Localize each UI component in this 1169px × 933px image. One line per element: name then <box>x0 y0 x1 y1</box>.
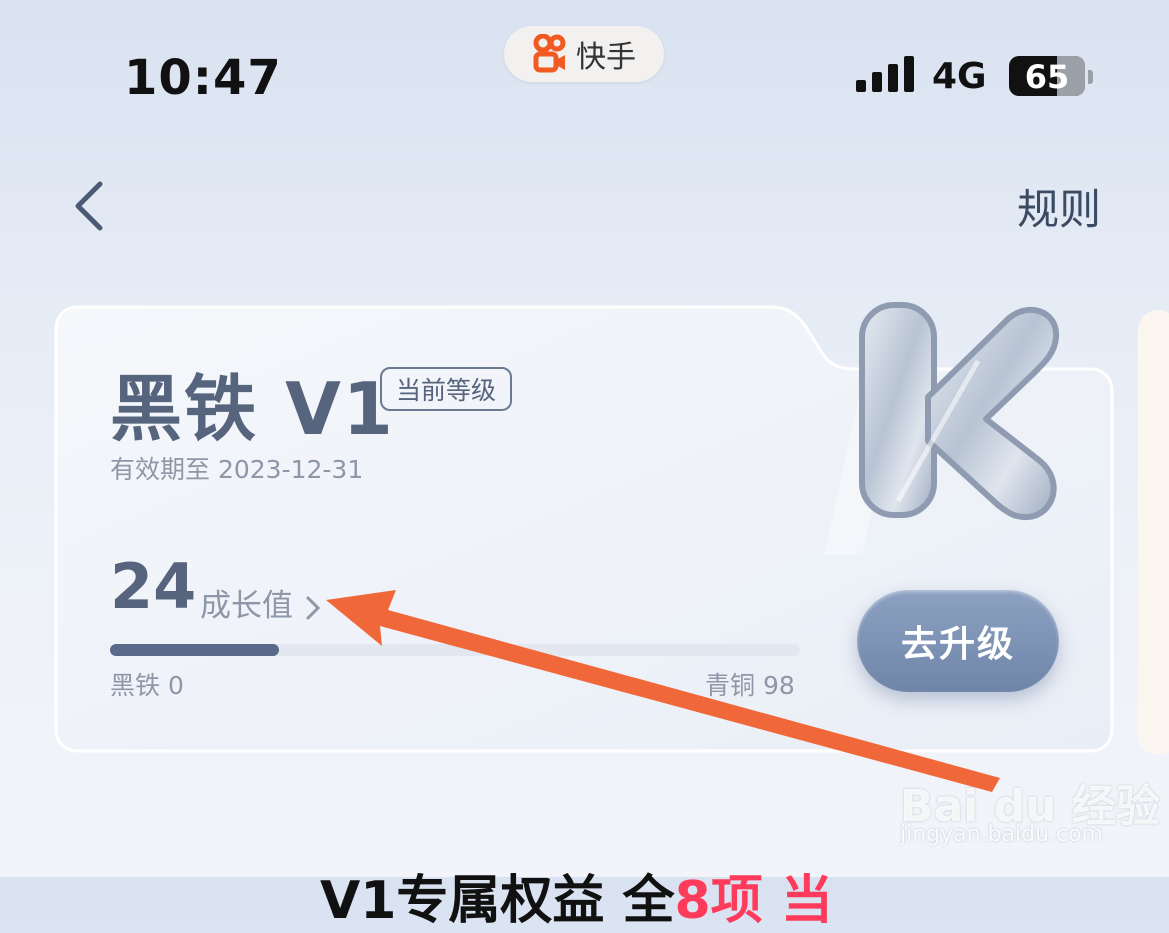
benefits-heading: V1专属权益 全8项 当 <box>320 858 833 933</box>
status-time: 10:47 <box>124 50 282 106</box>
growth-value: 24 <box>110 550 197 623</box>
growth-progress-bar <box>110 644 800 656</box>
app-name: 快手 <box>576 40 636 75</box>
tier-start-label: 黑铁 0 <box>110 671 184 700</box>
baidu-watermark-url: jingyan.baidu.com <box>900 822 1104 847</box>
kuaishou-logo-icon <box>533 34 566 73</box>
growth-progress-fill <box>110 644 280 656</box>
benefits-heading-highlight: 8项 当 <box>674 871 833 931</box>
next-level-card[interactable] <box>1138 310 1169 755</box>
level-badge-k-icon <box>859 302 1060 521</box>
level-expiry: 有效期至 2023-12-31 <box>110 455 364 484</box>
benefits-heading-main: V1专属权益 全 <box>320 871 675 931</box>
chevron-right-icon <box>306 596 320 619</box>
upgrade-button[interactable]: 去升级 <box>857 590 1059 692</box>
tier-end-label: 青铜 98 <box>705 671 795 700</box>
back-button[interactable] <box>68 178 112 234</box>
battery-icon: 65 <box>1009 56 1085 96</box>
app-indicator-pill[interactable]: 快手 <box>504 26 664 82</box>
growth-label: 成长值 <box>200 588 293 624</box>
level-name: 黑铁 V1 <box>110 367 395 451</box>
chevron-left-icon <box>75 181 103 231</box>
battery-level: 65 <box>1024 58 1070 96</box>
growth-value-link[interactable]: 成长值 <box>200 580 323 625</box>
current-level-tag: 当前等级 <box>380 367 512 411</box>
signal-icon <box>856 56 914 92</box>
network-type: 4G <box>932 56 987 97</box>
battery-tip <box>1088 70 1093 84</box>
rules-link[interactable]: 规则 <box>1017 176 1101 237</box>
